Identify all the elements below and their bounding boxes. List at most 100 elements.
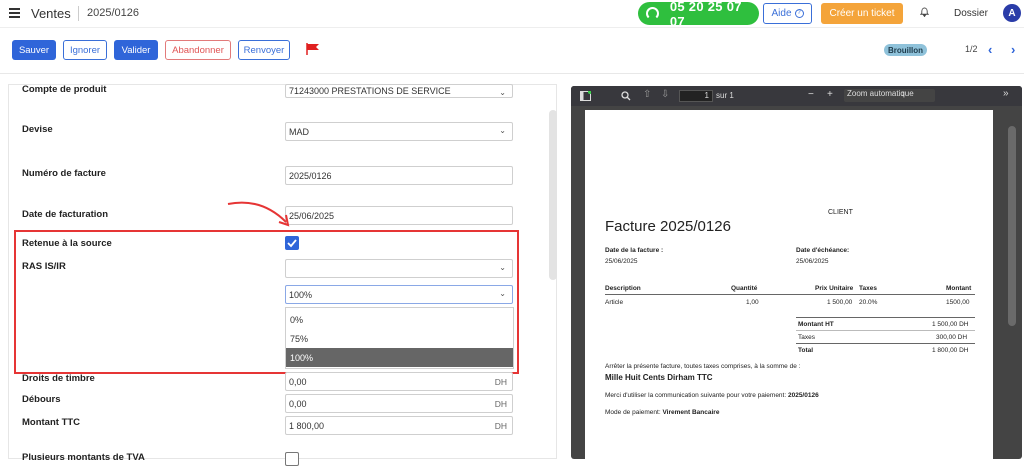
ignore-button[interactable]: Ignorer: [63, 40, 107, 60]
multi-vat-label: Plusieurs montants de TVA: [22, 452, 145, 463]
total-ttc-label: Montant TTC: [22, 417, 81, 428]
total-label: Total: [798, 347, 814, 354]
stamp-unit: DH: [494, 377, 507, 387]
dossier-menu[interactable]: Dossier: [954, 8, 988, 19]
invoice-number-input[interactable]: 2025/0126: [285, 166, 513, 185]
double-chevron-right-icon[interactable]: »: [1003, 88, 1009, 99]
help-label: Aide: [771, 8, 792, 19]
table-header-rule: [605, 294, 975, 295]
merci-text: Merci d'utiliser la communication suivan…: [605, 392, 787, 399]
multi-vat-checkbox[interactable]: [285, 452, 299, 466]
page-total: sur 1: [716, 91, 734, 100]
invoice-number-label: Numéro de facture: [22, 168, 106, 179]
headset-icon: [646, 7, 659, 20]
col-amount: Montant: [946, 285, 972, 292]
resend-button[interactable]: Renvoyer: [238, 40, 290, 60]
sidebar-toggle-icon[interactable]: [580, 91, 591, 101]
payment-value: Virement Bancaire: [662, 409, 720, 416]
invoice-date-input[interactable]: 25/06/2025: [285, 206, 513, 225]
col-unit-price: Prix Unitaire: [815, 285, 854, 292]
status-badge: Brouillon: [884, 44, 927, 56]
stamp-input[interactable]: 0,00 DH: [285, 372, 513, 391]
doc-due-value: 25/06/2025: [796, 258, 829, 265]
highlight-annotation: [14, 230, 519, 374]
totals-top-rule: [796, 317, 975, 318]
zoom-out-icon[interactable]: −: [808, 89, 814, 100]
bell-icon[interactable]: [920, 7, 929, 17]
top-bar: Ventes 2025/0126 05 20 25 07 07 Aide ? C…: [0, 0, 1024, 29]
currency-select[interactable]: MAD ⌄: [285, 122, 513, 141]
total-ttc-value: 1 800,00: [289, 420, 325, 431]
ht-rule: [796, 330, 975, 331]
col-description: Description: [605, 285, 641, 292]
app-title[interactable]: Ventes: [31, 6, 71, 21]
payment-reference: Merci d'utiliser la communication suivan…: [605, 392, 819, 399]
doc-date-value: 25/06/2025: [605, 258, 638, 265]
help-button[interactable]: Aide ?: [763, 3, 812, 24]
zoom-in-icon[interactable]: +: [827, 89, 833, 100]
pdf-toolbar: ⇧ ⇩ 1 sur 1 − + Zoom automatique ↕ »: [571, 86, 1022, 106]
question-icon: ?: [794, 9, 804, 18]
payment-method: Mode de paiement: Virement Bancaire: [605, 409, 719, 416]
total-ttc-unit: DH: [494, 421, 507, 431]
title-separator: [78, 6, 79, 21]
tax-rule: [796, 343, 975, 344]
total-ttc-input[interactable]: 1 800,00 DH: [285, 416, 513, 435]
disbursements-label: Débours: [22, 394, 61, 405]
total-value: 1 800,00 DH: [932, 347, 969, 354]
validate-button[interactable]: Valider: [114, 40, 158, 60]
tax-value: 300,00 DH: [936, 334, 968, 341]
product-account-select[interactable]: 71243000 PRESTATIONS DE SERVICE ⌄: [285, 84, 513, 98]
col-quantity: Quantité: [731, 285, 758, 292]
stamp-value: 0,00: [289, 376, 307, 387]
page-number-input[interactable]: 1: [679, 90, 713, 102]
stamp-label: Droits de timbre: [22, 373, 95, 384]
menu-icon[interactable]: [9, 8, 20, 18]
abandon-button[interactable]: Abandonner: [165, 40, 231, 60]
row-amount: 1500,00: [946, 299, 970, 306]
ht-label: Montant HT: [798, 321, 834, 328]
product-account-value: 71243000 PRESTATIONS DE SERVICE: [289, 86, 451, 96]
avatar[interactable]: A: [1003, 4, 1021, 22]
chevron-left-icon[interactable]: ‹: [988, 42, 992, 57]
action-bar: Sauver Ignorer Valider Abandonner Renvoy…: [0, 28, 1024, 74]
disbursements-input[interactable]: 0,00 DH: [285, 394, 513, 413]
search-icon[interactable]: [621, 91, 631, 101]
invoice-number-value: 2025/0126: [289, 170, 332, 181]
zoom-select[interactable]: Zoom automatique ↕: [844, 89, 935, 102]
arrete-text: Arrêter la présente facture, toutes taxe…: [605, 363, 801, 370]
row-quantity: 1,00: [746, 299, 759, 306]
row-description: Article: [605, 299, 624, 306]
form-scrollbar[interactable]: [549, 110, 557, 280]
product-account-label: Compte de produit: [22, 84, 107, 95]
amount-in-words: Mille Huit Cents Dirham TTC: [605, 373, 713, 382]
row-unit-price: 1 500,00: [827, 299, 853, 306]
chevron-down-icon: ⌄: [499, 126, 506, 135]
pdf-page: CLIENT Facture 2025/0126 Date de la fact…: [585, 110, 993, 459]
currency-value: MAD: [289, 126, 309, 137]
create-ticket-button[interactable]: Créer un ticket: [821, 3, 903, 24]
doc-due-label: Date d'échéance:: [796, 247, 850, 254]
chevron-right-icon[interactable]: ›: [1011, 42, 1015, 57]
updown-icon: ↕: [901, 89, 905, 98]
pdf-viewer: ⇧ ⇩ 1 sur 1 − + Zoom automatique ↕ » CLI…: [571, 86, 1022, 459]
tax-label: Taxes: [798, 334, 815, 341]
invoice-date-label: Date de facturation: [22, 209, 109, 220]
disbursements-unit: DH: [494, 399, 507, 409]
pdf-scrollbar[interactable]: [1008, 126, 1016, 326]
client-label: CLIENT: [828, 209, 853, 216]
invoice-title: Facture 2025/0126: [605, 218, 731, 235]
pager-count: 1/2: [965, 44, 978, 54]
save-button[interactable]: Sauver: [12, 40, 56, 60]
flag-icon[interactable]: [306, 43, 320, 55]
payment-label: Mode de paiement:: [605, 409, 661, 416]
row-taxes: 20.0%: [859, 299, 878, 306]
phone-number: 05 20 25 07 07: [669, 0, 742, 29]
support-phone[interactable]: 05 20 25 07 07: [638, 0, 759, 29]
annotation-arrow: [227, 201, 290, 227]
currency-label: Devise: [22, 124, 53, 135]
chevron-down-icon: ⌄: [499, 88, 506, 97]
arrow-down-icon[interactable]: ⇩: [661, 89, 669, 100]
arrow-up-icon[interactable]: ⇧: [643, 89, 651, 100]
doc-date-label: Date de la facture :: [605, 247, 664, 254]
